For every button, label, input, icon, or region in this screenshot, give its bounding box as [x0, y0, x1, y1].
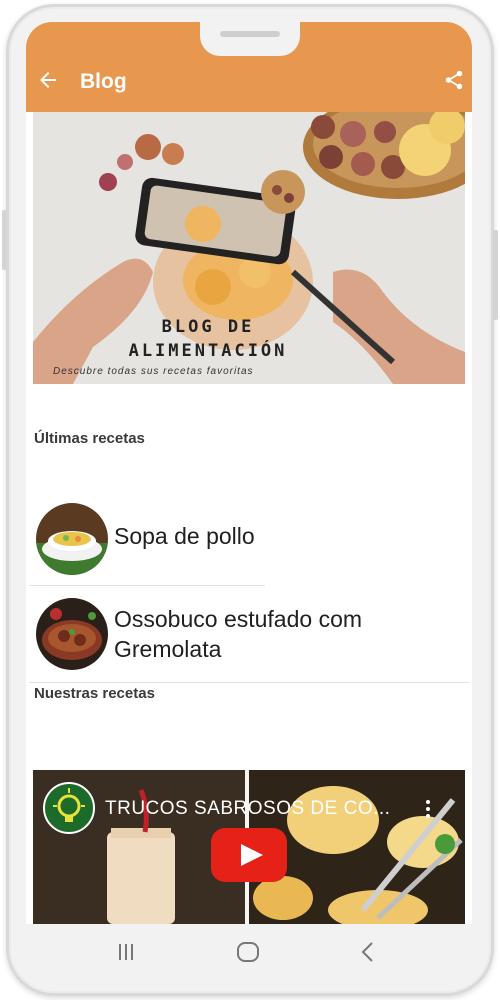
section-our-recipes-title: Nuestras recetas: [34, 685, 155, 702]
video-player[interactable]: TRUCOS SABROSOS DE CO...: [33, 770, 465, 924]
volume-button: [2, 210, 7, 270]
recipe-item-ossobuco[interactable]: Ossobuco estufado com Gremolata: [26, 596, 472, 686]
phone-notch: [200, 22, 300, 56]
recipe-divider: [29, 585, 265, 586]
recipe-name: Ossobuco estufado com Gremolata: [114, 606, 363, 662]
chevron-back-icon[interactable]: [354, 938, 382, 966]
blog-banner[interactable]: BLOG DE ALIMENTACIÓN Descubre todas sus …: [33, 112, 465, 384]
home-icon[interactable]: [234, 938, 262, 966]
recents-icon[interactable]: [112, 938, 140, 966]
recipe-item-sopa-de-pollo[interactable]: Sopa de pollo: [26, 498, 472, 588]
system-nav-bar: [26, 924, 472, 980]
recipe-thumbnail: [36, 598, 108, 670]
more-options-icon[interactable]: [421, 798, 435, 820]
recipe-name: Sopa de pollo: [114, 523, 255, 549]
app-screen: Blog BLOG DE ALIMENTACIÓN Descubre todas…: [26, 22, 472, 924]
channel-logo[interactable]: [43, 782, 95, 834]
video-title: TRUCOS SABROSOS DE CO...: [105, 798, 391, 819]
page-title: Blog: [80, 70, 127, 93]
share-icon[interactable]: [443, 68, 465, 92]
power-button: [493, 230, 498, 320]
recipe-divider: [29, 682, 469, 683]
section-latest-recipes-title: Últimas recetas: [34, 430, 145, 447]
play-icon[interactable]: [211, 828, 287, 882]
banner-subtitle: Descubre todas sus recetas favoritas: [53, 366, 254, 377]
banner-title: BLOG DE ALIMENTACIÓN: [128, 317, 288, 361]
recipe-thumbnail: [36, 503, 108, 575]
arrow-back-icon[interactable]: [36, 68, 60, 92]
